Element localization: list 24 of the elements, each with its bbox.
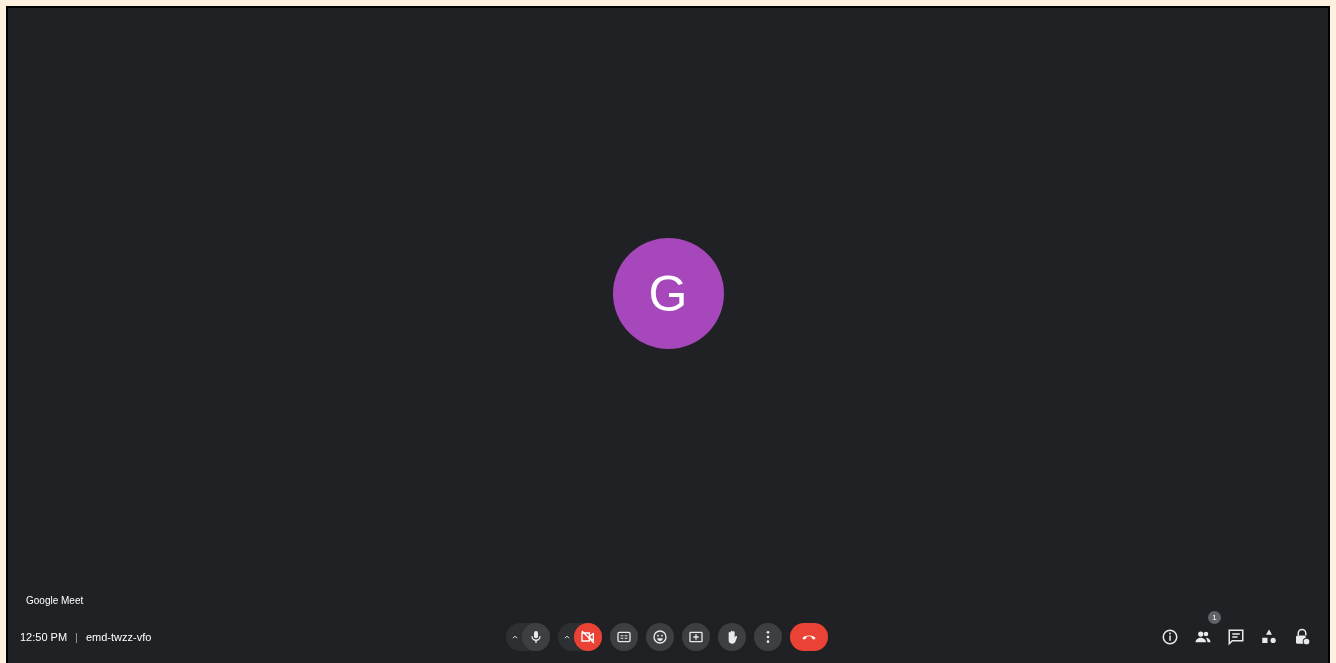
lock-icon [1293,628,1311,646]
microphone-button[interactable] [522,623,550,651]
app-label: Google Meet [26,595,84,606]
camera-off-icon [580,629,596,645]
info-icon [1161,628,1179,646]
raise-hand-button[interactable] [718,623,746,651]
present-screen-icon [688,629,704,645]
avatar: G [612,238,724,349]
captions-icon [616,629,632,645]
more-options-button[interactable] [754,623,782,651]
clock-time: 12:50 PM [20,631,68,643]
count-badge: 1 [1208,611,1221,624]
separator: | [75,631,78,643]
hang-up-phone-icon [801,634,817,640]
smiley-icon [652,629,668,645]
meeting-code: emd-twzz-vfo [85,631,152,643]
captions-button[interactable] [610,623,638,651]
present-button[interactable] [682,623,710,651]
chat-icon [1227,628,1245,646]
camera-button[interactable] [574,623,602,651]
reactions-button[interactable] [646,623,674,651]
microphone-icon [528,629,544,645]
shapes-icon [1260,628,1278,646]
end-call-button[interactable] [790,623,828,651]
